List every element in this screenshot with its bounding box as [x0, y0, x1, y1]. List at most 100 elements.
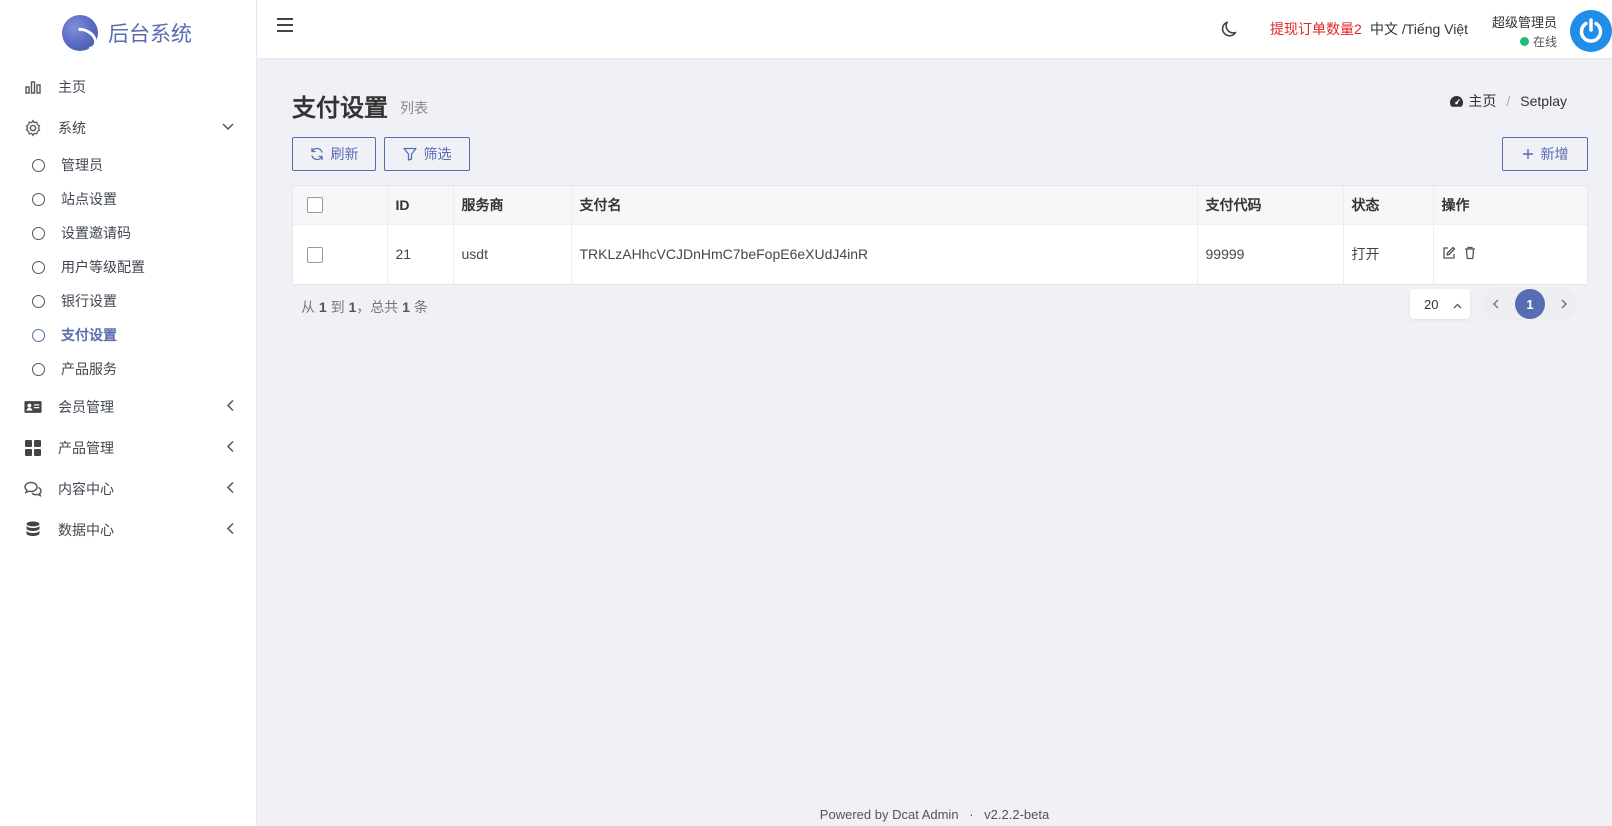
footer-powered: Powered by [819, 807, 889, 822]
sidebar-subitem-label: 产品服务 [61, 361, 117, 377]
avatar[interactable] [1570, 10, 1612, 52]
sidebar-subitem-bank-settings[interactable]: 银行设置 [0, 284, 256, 318]
column-header-code[interactable]: 支付代码 [1197, 186, 1344, 224]
select-all-checkbox[interactable] [307, 197, 323, 214]
user-status-text: 在线 [1532, 35, 1557, 49]
sidebar-item-label: 系统 [58, 119, 86, 136]
sidebar-item-label: 内容中心 [58, 480, 114, 497]
pagination-total: 1 [402, 299, 410, 315]
circle-icon [32, 226, 45, 240]
data-table: ID 服务商 支付名 支付代码 状态 操作 21 usdt TRKLzAHhcV… [292, 185, 1588, 285]
sidebar-subitem-label: 设置邀请码 [61, 225, 131, 241]
page-button-current[interactable]: 1 [1515, 289, 1545, 319]
power-icon [1579, 18, 1603, 43]
chevron-up-icon [1453, 297, 1462, 312]
sidebar-subitem-label: 用户等级配置 [61, 259, 145, 275]
sidebar-item-member[interactable]: 会员管理 [0, 386, 256, 427]
database-icon [24, 521, 42, 539]
sidebar-subitem-label: 支付设置 [61, 327, 117, 343]
breadcrumb-current: Setplay [1520, 93, 1567, 109]
filter-button[interactable]: 筛选 [384, 137, 470, 171]
circle-icon [32, 328, 45, 342]
user-menu[interactable]: 超级管理员 在线 [1487, 12, 1557, 50]
plus-icon [1522, 148, 1534, 160]
id-card-icon [24, 398, 42, 416]
circle-icon [32, 294, 45, 308]
cell-status: 打开 [1343, 224, 1434, 284]
sidebar-subitem-payment-settings[interactable]: 支付设置 [0, 318, 256, 352]
dark-mode-toggle-icon[interactable] [1220, 19, 1240, 39]
chevron-left-icon [226, 481, 234, 496]
brand-logo-icon [62, 15, 98, 51]
column-header-status[interactable]: 状态 [1343, 186, 1434, 224]
sidebar-subitem-user-level[interactable]: 用户等级配置 [0, 250, 256, 284]
gear-icon [24, 118, 42, 137]
online-dot-icon [1519, 37, 1529, 46]
filter-icon [402, 147, 417, 161]
footer-separator: · [969, 807, 974, 822]
sidebar-item-label: 数据中心 [58, 521, 114, 538]
page-title: 支付设置 [292, 95, 388, 122]
sidebar-subitem-admin[interactable]: 管理员 [0, 148, 256, 182]
menu-toggle-icon[interactable] [277, 18, 293, 32]
pagination-text: 从 [301, 299, 315, 315]
cell-name: TRKLzAHhcVCJDnHmC7beFopE6eXUdJ4inR [571, 224, 1198, 284]
sidebar-subitem-label: 管理员 [61, 157, 103, 173]
next-page-button[interactable] [1561, 297, 1568, 312]
top-navbar: 提现订单数量2 中文 /Tiếng Việt 超级管理员 在线 [257, 0, 1612, 58]
pagination-info: 从 1 到 1，总共 1 条 [301, 297, 428, 317]
per-page-value: 20 [1424, 296, 1439, 312]
sidebar-subitem-product-service[interactable]: 产品服务 [0, 352, 256, 386]
system-submenu: 管理员 站点设置 设置邀请码 用户等级配置 银行设置 支付设置 产品服务 [0, 148, 256, 386]
breadcrumb-home-link[interactable]: 主页 [1468, 91, 1496, 111]
main-content: 支付设置 列表 主页 / Setplay 刷新 筛选 新增 ID 服务商 支付名… [257, 58, 1612, 826]
pagination-text: 条 [413, 299, 428, 315]
brand[interactable]: 后台系统 [0, 0, 256, 66]
table-header-row: ID 服务商 支付名 支付代码 状态 操作 [293, 186, 1587, 224]
chevron-left-icon [226, 399, 234, 414]
cell-code: 99999 [1197, 224, 1344, 284]
sidebar-item-label: 产品管理 [58, 439, 114, 456]
sidebar-item-system[interactable]: 系统 [0, 107, 256, 148]
withdraw-order-count-link[interactable]: 提现订单数量2 [1270, 19, 1362, 39]
bar-chart-icon [24, 78, 42, 96]
sidebar-item-label: 会员管理 [58, 398, 114, 415]
circle-icon [32, 260, 45, 274]
sidebar-item-product[interactable]: 产品管理 [0, 427, 256, 468]
prev-page-button[interactable] [1492, 297, 1499, 312]
sidebar-subitem-site-settings[interactable]: 站点设置 [0, 182, 256, 216]
grid-icon [24, 439, 42, 457]
pagination-start: 1 [318, 299, 327, 315]
dashboard-icon [1449, 95, 1464, 108]
chevron-down-icon [222, 122, 234, 134]
circle-icon [32, 362, 45, 376]
cell-id: 21 [387, 224, 454, 284]
user-name: 超级管理员 [1491, 15, 1557, 30]
language-switch[interactable]: 中文 /Tiếng Việt [1370, 19, 1468, 39]
sidebar-item-label: 主页 [58, 78, 86, 95]
pagination-text: ，总共 [356, 299, 399, 315]
footer: Powered by Dcat Admin · v2.2.2-beta [257, 807, 1612, 822]
per-page-select[interactable]: 20 [1410, 289, 1470, 319]
footer-product-link[interactable]: Dcat Admin [892, 807, 958, 822]
row-checkbox[interactable] [307, 246, 323, 263]
circle-icon [32, 192, 45, 206]
trash-icon[interactable] [1464, 246, 1476, 263]
circle-icon [32, 158, 45, 172]
column-header-name[interactable]: 支付名 [571, 186, 1198, 224]
column-header-id[interactable]: ID [387, 186, 454, 224]
refresh-button[interactable]: 刷新 [292, 137, 376, 171]
column-header-provider[interactable]: 服务商 [453, 186, 572, 224]
filter-label: 筛选 [423, 146, 452, 162]
sidebar-item-data[interactable]: 数据中心 [0, 509, 256, 550]
new-button[interactable]: 新增 [1502, 137, 1588, 171]
page-subtitle: 列表 [400, 100, 428, 116]
refresh-icon [310, 147, 324, 161]
edit-icon[interactable] [1442, 246, 1456, 263]
sidebar-subitem-invite-code[interactable]: 设置邀请码 [0, 216, 256, 250]
sidebar-item-home[interactable]: 主页 [0, 66, 256, 107]
column-header-actions: 操作 [1441, 196, 1470, 213]
footer-version: v2.2.2-beta [984, 807, 1050, 822]
sidebar-nav: 主页 系统 管理员 站点设置 设置邀请码 用户等级配置 银行设置 支付设置 产品… [0, 66, 256, 550]
sidebar-item-content[interactable]: 内容中心 [0, 468, 256, 509]
